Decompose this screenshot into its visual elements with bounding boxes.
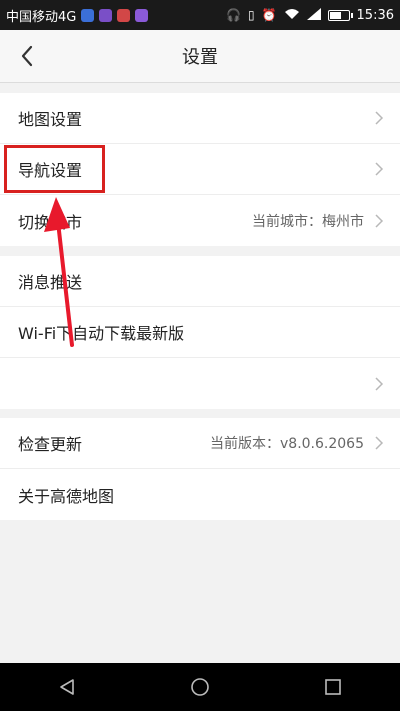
nav-home-button[interactable] — [180, 667, 220, 707]
nav-back-button[interactable] — [47, 667, 87, 707]
system-navigation-bar — [0, 663, 400, 711]
triangle-back-icon — [59, 679, 74, 695]
nav-recents-button[interactable] — [313, 667, 353, 707]
square-recents-icon — [325, 679, 342, 695]
annotation-arrow — [44, 197, 74, 347]
circle-home-icon — [191, 678, 209, 696]
